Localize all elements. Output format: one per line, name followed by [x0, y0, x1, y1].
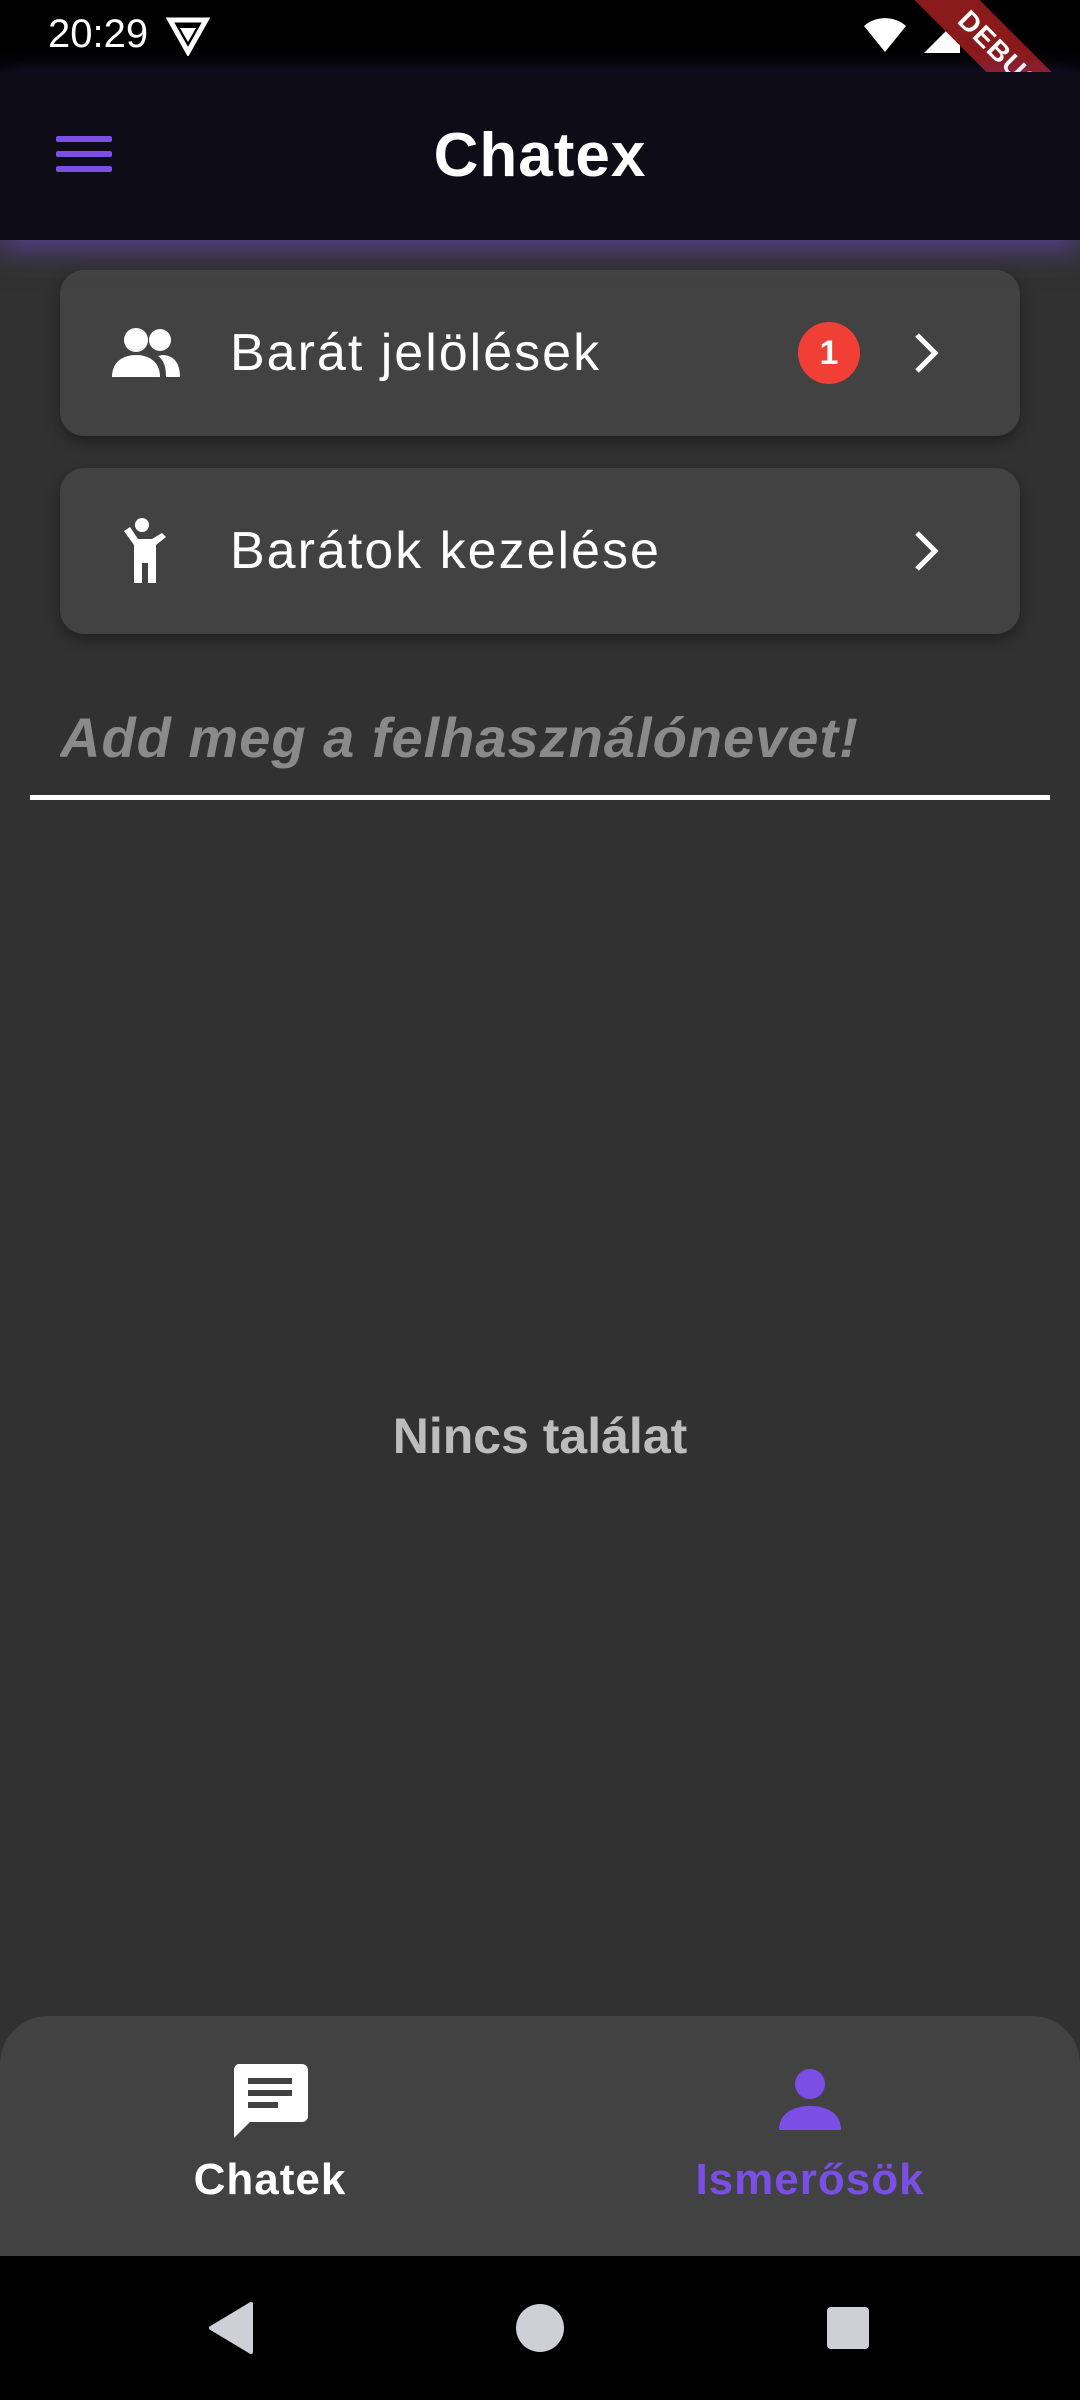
wifi-icon — [862, 16, 908, 59]
chevron-right-icon — [900, 327, 952, 379]
system-navigation-bar — [0, 2256, 1080, 2400]
chat-icon — [228, 2058, 312, 2142]
friend-requests-card[interactable]: Barát jelölések 1 — [60, 270, 1020, 436]
app-screen: 20:29 DEBUG Chatex Barát jelölések 1 Bar… — [0, 0, 1080, 2400]
app-title: Chatex — [433, 121, 647, 190]
manage-friends-card[interactable]: Barátok kezelése — [60, 468, 1020, 634]
person-icon — [768, 2058, 852, 2142]
friend-requests-badge: 1 — [798, 322, 860, 384]
no-results-text: Nincs találat — [392, 1408, 688, 1464]
app-bar: Chatex — [0, 72, 1080, 240]
nav-item-chats[interactable]: Chatek — [0, 2016, 540, 2256]
friend-requests-label: Barát jelölések — [230, 324, 602, 382]
vpn-icon — [165, 16, 211, 58]
status-bar: 20:29 DEBUG — [0, 0, 1080, 176]
recents-icon[interactable] — [812, 2292, 884, 2364]
home-icon[interactable] — [504, 2292, 576, 2364]
people-icon — [110, 317, 182, 389]
person-waving-icon — [110, 515, 182, 587]
manage-friends-label: Barátok kezelése — [230, 522, 661, 580]
status-time: 20:29 — [48, 12, 149, 56]
bottom-navigation: Chatek Ismerősök — [0, 2016, 1080, 2256]
back-icon[interactable] — [194, 2292, 266, 2364]
username-search-input[interactable] — [30, 680, 1050, 800]
nav-label-contacts: Ismerősök — [695, 2155, 925, 2204]
chevron-right-icon — [900, 525, 952, 577]
nav-item-contacts[interactable]: Ismerősök — [540, 2016, 1080, 2256]
nav-label-chats: Chatek — [193, 2155, 347, 2204]
